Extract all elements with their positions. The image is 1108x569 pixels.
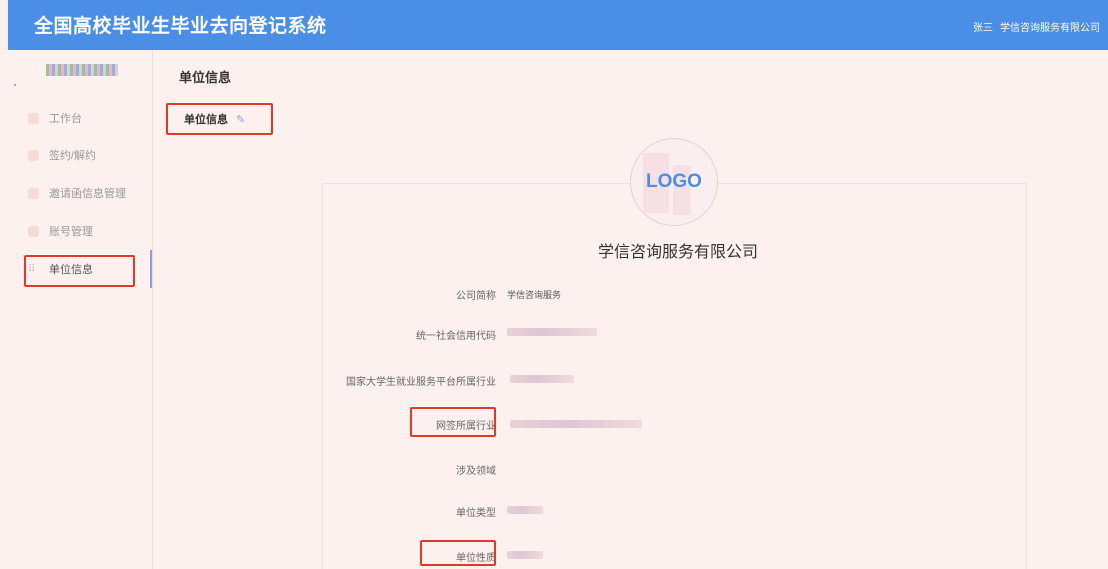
edit-pencil-icon[interactable]: ✎ bbox=[236, 113, 245, 126]
user-name[interactable]: 张三 bbox=[973, 19, 993, 34]
sidebar-item-label: 工作台 bbox=[49, 113, 82, 125]
system-title: 全国高校毕业生毕业去向登记系统 bbox=[34, 16, 327, 37]
page-title: 单位信息 bbox=[179, 70, 232, 85]
company-name: 学信咨询服务有限公司 bbox=[597, 244, 758, 261]
field-label-domain: 涉及领域 bbox=[456, 466, 496, 477]
field-label-credit-code: 统一社会信用代码 bbox=[416, 331, 496, 342]
organization-name[interactable]: 学信咨询服务有限公司 bbox=[1000, 19, 1100, 34]
top-header-bar: 全国高校毕业生毕业去向登记系统 张三 学信咨询服务有限公司 bbox=[8, 0, 1108, 50]
field-value-netsign-industry bbox=[510, 420, 642, 428]
field-label-platform-industry: 国家大学生就业服务平台所属行业 bbox=[346, 377, 496, 388]
unit-nature-highlight bbox=[420, 540, 496, 566]
document-icon bbox=[28, 149, 39, 161]
company-logo: LOGO bbox=[630, 138, 718, 226]
field-value-short-name: 学信咨询服务 bbox=[507, 290, 562, 300]
tab-company-info[interactable]: 单位信息 ✎ bbox=[166, 103, 273, 135]
field-value-credit-code bbox=[507, 328, 597, 336]
sidebar-item-account[interactable]: 账号管理 bbox=[28, 221, 93, 241]
sidebar-item-workbench[interactable]: 工作台 bbox=[28, 108, 82, 128]
user-icon bbox=[28, 225, 39, 237]
sidebar-item-label: 账号管理 bbox=[49, 226, 93, 238]
sidebar-item-label: 邀请函信息管理 bbox=[49, 188, 126, 200]
netsign-industry-highlight bbox=[410, 407, 496, 437]
tab-label: 单位信息 bbox=[184, 114, 228, 126]
sidebar-item-invitation[interactable]: 邀请函信息管理 bbox=[28, 183, 126, 203]
field-value-platform-industry bbox=[510, 375, 574, 383]
sidebar-logo bbox=[46, 64, 118, 76]
sidebar-item-label: 签约/解约 bbox=[49, 150, 97, 162]
field-label-unit-type: 单位类型 bbox=[456, 508, 496, 519]
field-value-unit-nature bbox=[507, 551, 543, 559]
field-value-unit-type bbox=[507, 506, 543, 514]
field-label-short-name: 公司简称 bbox=[456, 291, 496, 302]
sidebar-item-sign[interactable]: 签约/解约 bbox=[28, 145, 96, 165]
logo-text: LOGO bbox=[646, 171, 702, 192]
sidebar-highlight-box bbox=[24, 255, 135, 287]
mail-icon bbox=[28, 187, 39, 199]
sidebar-dot bbox=[14, 84, 16, 86]
active-indicator bbox=[150, 250, 152, 288]
dashboard-icon bbox=[28, 112, 39, 124]
